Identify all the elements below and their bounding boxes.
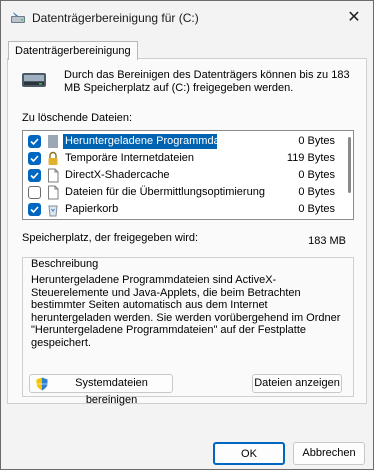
file-icon [48, 168, 59, 183]
checkbox[interactable] [28, 152, 41, 165]
ok-button[interactable]: OK [213, 442, 285, 465]
blank-icon [48, 135, 58, 148]
tab-disk-cleanup[interactable]: Datenträgerbereinigung [8, 41, 138, 60]
title-bar: Datenträgerbereinigung für (C:) ✕ [1, 1, 373, 35]
checkbox[interactable] [28, 186, 41, 199]
file-name: Heruntergeladene Programmdateien [63, 134, 244, 149]
checkbox[interactable] [28, 169, 41, 182]
file-size: 119 Bytes [286, 152, 335, 164]
close-button[interactable]: ✕ [341, 5, 367, 29]
cleanup-system-files-label: Systemdateien bereinigen [75, 377, 148, 406]
file-size: 0 Bytes [298, 186, 335, 198]
close-icon: ✕ [347, 9, 361, 26]
file-size: 0 Bytes [298, 203, 335, 215]
cancel-button[interactable]: Abbrechen [293, 442, 365, 465]
window-title: Datenträgerbereinigung für (C:) [32, 11, 199, 25]
lock-icon [48, 151, 58, 165]
checkbox[interactable] [28, 203, 41, 216]
drive-icon [22, 73, 46, 87]
cleanup-system-files-button[interactable]: Systemdateien bereinigen [29, 374, 173, 406]
list-scrollbar[interactable] [348, 137, 351, 193]
file-name: Temporäre Internetdateien [65, 152, 195, 164]
list-item[interactable]: Temporäre Internetdateien 119 Bytes [23, 150, 341, 167]
disk-cleanup-window: Datenträgerbereinigung für (C:) ✕ Datent… [0, 0, 374, 470]
space-label: Speicherplatz, der freigegeben wird: [22, 232, 199, 244]
disk-cleanup-icon [11, 12, 25, 23]
file-name: Dateien für die Übermittlungsoptimierung [65, 186, 265, 198]
list-item[interactable]: Heruntergeladene Programmdateien 0 Bytes [23, 133, 341, 150]
description-title: Beschreibung [31, 258, 99, 270]
checkbox[interactable] [28, 135, 41, 148]
file-icon [48, 185, 59, 200]
file-name: Papierkorb [65, 203, 119, 215]
files-label: Zu löschende Dateien: [22, 112, 133, 124]
list-item[interactable]: DirectX-Shadercache 0 Bytes [23, 167, 341, 184]
file-size: 0 Bytes [298, 169, 335, 181]
intro-text: Durch das Bereinigen des Datenträgers kö… [64, 69, 350, 94]
list-item[interactable]: Dateien für die Übermittlungsoptimierung… [23, 184, 341, 201]
shield-icon [36, 377, 48, 391]
file-name: DirectX-Shadercache [65, 169, 170, 181]
files-list[interactable]: Heruntergeladene Programmdateien 0 Bytes… [22, 130, 354, 220]
description-text: Heruntergeladene Programmdateien sind Ac… [31, 274, 341, 349]
tab-panel: Durch das Bereinigen des Datenträgers kö… [7, 58, 367, 404]
space-value: 183 MB [308, 235, 346, 247]
view-files-button[interactable]: Dateien anzeigen [252, 374, 342, 393]
recycle-bin-icon [48, 205, 58, 217]
file-size: 0 Bytes [298, 135, 335, 147]
list-item[interactable]: Papierkorb 0 Bytes [23, 201, 341, 218]
